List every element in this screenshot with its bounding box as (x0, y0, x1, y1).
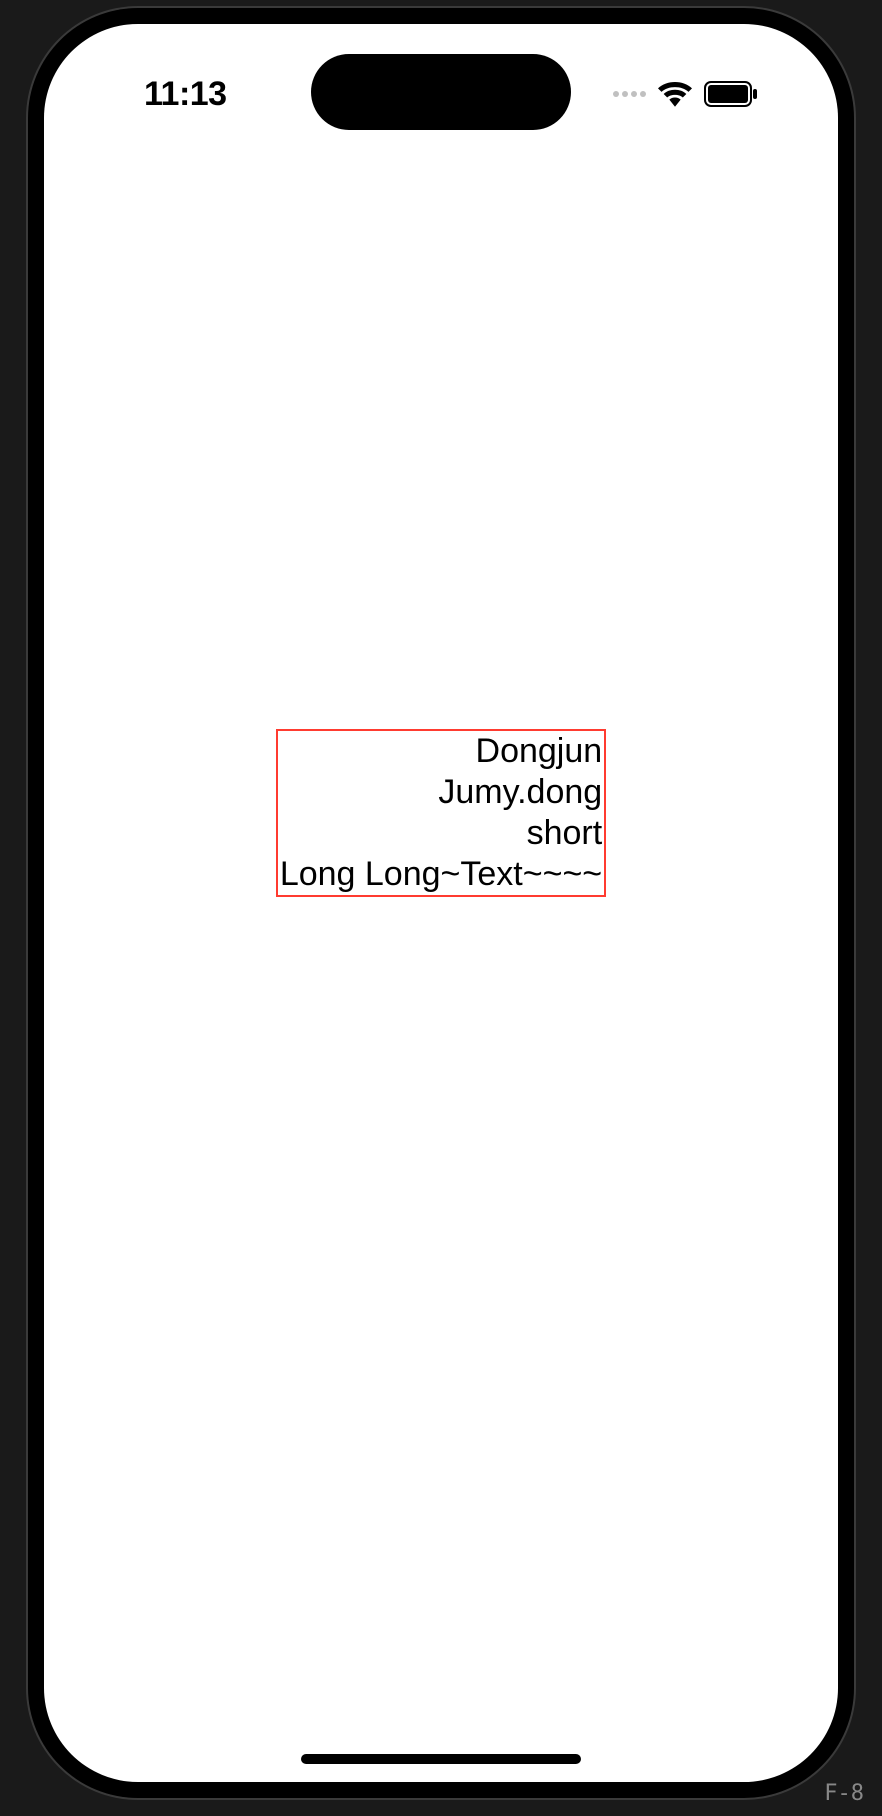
phone-device-frame: 11:13 Dongjun (28, 8, 854, 1798)
text-line: Jumy.dong (436, 772, 604, 813)
status-indicators (613, 81, 758, 107)
home-indicator[interactable] (301, 1754, 581, 1764)
dynamic-island (311, 54, 571, 130)
wifi-icon (658, 81, 692, 107)
cellular-signal-icon (613, 91, 646, 97)
bordered-text-container: Dongjun Jumy.dong short Long Long~Text~~… (276, 729, 606, 896)
phone-screen: 11:13 Dongjun (44, 24, 838, 1782)
encoding-label: F-8 (824, 1781, 864, 1806)
main-content-area: Dongjun Jumy.dong short Long Long~Text~~… (44, 24, 838, 1782)
text-line: Dongjun (474, 731, 605, 772)
text-line: short (525, 813, 605, 854)
status-time: 11:13 (144, 75, 227, 114)
text-line: Long Long~Text~~~~ (278, 854, 604, 895)
battery-icon (704, 81, 758, 107)
